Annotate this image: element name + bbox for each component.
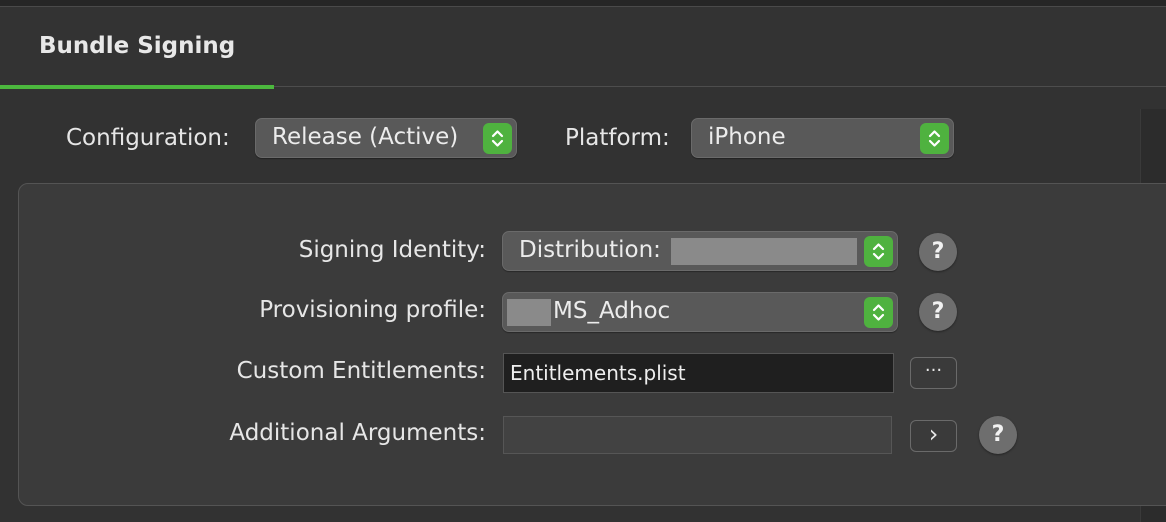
up-down-chevron-icon [483,123,512,154]
platform-label: Platform: [565,125,670,151]
entitlements-browse-button[interactable]: ··· [910,357,957,389]
additional-arguments-field[interactable] [503,416,892,454]
custom-entitlements-label: Custom Entitlements: [236,358,486,384]
provisioning-profile-label: Provisioning profile: [259,297,486,323]
chevron-right-icon: › [928,420,939,448]
up-down-chevron-icon [920,123,949,154]
tab-bundle-signing[interactable]: Bundle Signing [0,7,274,89]
platform-popup[interactable]: iPhone [691,118,954,158]
window-top-edge [0,0,1166,7]
custom-entitlements-input[interactable] [504,354,893,392]
tab-selected-indicator [0,85,274,89]
provisioning-profile-value: MS_Adhoc [553,298,671,324]
additional-arguments-label: Additional Arguments: [229,420,486,446]
arguments-expand-button[interactable]: › [910,420,957,452]
signing-identity-popup[interactable]: Distribution: [502,231,898,271]
question-mark-icon: ? [931,239,945,264]
question-mark-icon: ? [931,299,945,324]
tab-label: Bundle Signing [39,33,236,59]
up-down-chevron-icon [864,297,893,328]
provisioning-profile-help-button[interactable]: ? [919,293,957,331]
platform-value: iPhone [708,124,786,150]
question-mark-icon: ? [991,422,1005,447]
redacted-area [507,299,551,326]
configuration-label: Configuration: [66,125,230,151]
configuration-value: Release (Active) [272,124,459,150]
additional-arguments-input[interactable] [504,417,891,453]
provisioning-profile-popup[interactable]: MS_Adhoc [502,292,898,332]
signing-identity-value: Distribution: [519,237,661,263]
signing-identity-label: Signing Identity: [298,237,486,263]
ellipsis-icon: ··· [924,360,943,381]
tab-bar: Bundle Signing [0,7,1166,89]
custom-entitlements-field[interactable] [503,353,894,393]
configuration-popup[interactable]: Release (Active) [255,118,517,158]
additional-arguments-help-button[interactable]: ? [979,416,1017,454]
signing-identity-help-button[interactable]: ? [919,233,957,271]
redacted-area [671,238,857,265]
up-down-chevron-icon [864,236,893,267]
